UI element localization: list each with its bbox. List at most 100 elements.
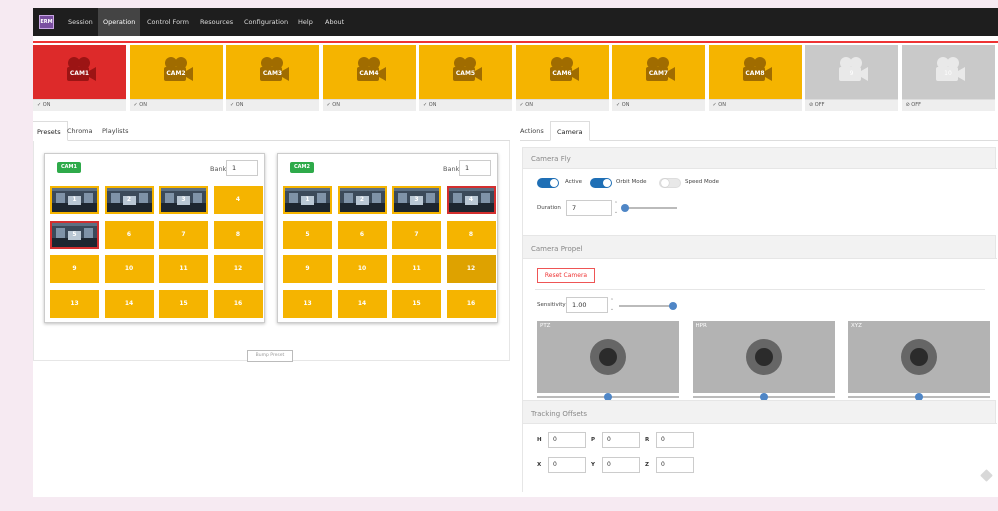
reset-camera-button[interactable]: Reset Camera — [537, 268, 595, 283]
bank-input[interactable]: 1 — [226, 160, 258, 176]
preset-button-8[interactable]: 8 — [446, 220, 496, 249]
camera-label: CAM5 — [455, 70, 476, 77]
duration-stepper[interactable]: ⌃ ⌄ — [613, 200, 619, 216]
preset-number: 3 — [414, 196, 419, 203]
offset-input-h[interactable]: 0 — [548, 432, 586, 448]
nav-help[interactable]: Help — [293, 8, 318, 36]
tab-playlists[interactable]: Playlists — [96, 121, 135, 141]
preset-button-1[interactable]: 1 — [283, 186, 332, 214]
camera-status-bar: ✓ ON — [322, 99, 416, 111]
camera-tile-face: CAM1 — [33, 45, 126, 99]
preset-button-16[interactable]: 16 — [446, 289, 496, 318]
camera-tile-9[interactable]: 9 ⊘ OFF — [805, 45, 898, 111]
offset-input-z[interactable]: 0 — [656, 457, 694, 473]
camera-fly-body: Active Orbit Mode Speed Mode Duration 7 … — [523, 168, 997, 236]
duration-input[interactable]: 7 — [566, 200, 612, 216]
offset-input-y[interactable]: 0 — [602, 457, 640, 473]
nav-control-form[interactable]: Control Form — [142, 8, 194, 36]
joystick-pad-hpr[interactable]: HPR — [692, 321, 835, 393]
preset-button-5[interactable]: 5 — [283, 220, 332, 249]
camera-tile-6[interactable]: CAM6 ✓ ON — [515, 45, 609, 111]
preset-button-12[interactable]: 12 — [446, 255, 496, 283]
pad-slider[interactable] — [848, 393, 990, 401]
preset-button-7[interactable]: 7 — [392, 220, 441, 249]
camera-tile-3[interactable]: CAM3 ✓ ON — [226, 45, 319, 111]
preset-button-8[interactable]: 8 — [213, 220, 263, 249]
camera-status: ⊘ OFF — [809, 102, 825, 108]
offset-input-x[interactable]: 0 — [548, 457, 586, 473]
offset-input-r[interactable]: 0 — [656, 432, 694, 448]
joystick-pad-xyz[interactable]: XYZ — [848, 321, 990, 393]
pad-label: XYZ — [851, 323, 862, 329]
preset-button-15[interactable]: 15 — [392, 289, 441, 318]
camera-tile-7[interactable]: CAM7 ✓ ON — [612, 45, 705, 111]
preset-button-10[interactable]: 10 — [337, 255, 387, 283]
preset-button-10[interactable]: 10 — [104, 255, 154, 283]
camera-status-bar: ✓ ON — [612, 99, 705, 111]
orbit-mode-toggle[interactable] — [590, 178, 612, 188]
preset-button-1[interactable]: 1 — [50, 186, 99, 214]
joystick-handle[interactable] — [910, 348, 928, 366]
joystick-handle[interactable] — [754, 348, 773, 366]
preset-button-13[interactable]: 13 — [50, 289, 99, 318]
camera-tile-5[interactable]: CAM5 ✓ ON — [419, 45, 512, 111]
camera-label: 10 — [944, 70, 952, 77]
preset-button-4[interactable]: 4 — [446, 186, 496, 214]
bank-input[interactable]: 1 — [459, 160, 491, 176]
tab-camera[interactable]: Camera — [550, 121, 590, 141]
preset-button-16[interactable]: 16 — [213, 289, 263, 318]
camera-tile-4[interactable]: CAM4 ✓ ON — [322, 45, 416, 111]
preset-button-5[interactable]: 5 — [50, 220, 99, 249]
nav-operation[interactable]: Operation — [98, 8, 141, 36]
preset-button-11[interactable]: 11 — [159, 255, 208, 283]
bank-label: Bank — [443, 165, 460, 173]
preset-button-2[interactable]: 2 — [104, 186, 154, 214]
speed-mode-toggle[interactable] — [659, 178, 681, 188]
preset-button-4[interactable]: 4 — [213, 186, 263, 214]
camera-tile-8[interactable]: CAM8 ✓ ON — [708, 45, 802, 111]
nav-configuration[interactable]: Configuration — [239, 8, 293, 36]
preset-button-15[interactable]: 15 — [159, 289, 208, 318]
preset-button-2[interactable]: 2 — [337, 186, 387, 214]
preset-button-14[interactable]: 14 — [337, 289, 387, 318]
tab-actions[interactable]: Actions — [514, 121, 550, 141]
preset-button-14[interactable]: 14 — [104, 289, 154, 318]
preset-button-6[interactable]: 6 — [337, 220, 387, 249]
tab-chroma[interactable]: Chroma — [61, 121, 98, 141]
preset-button-13[interactable]: 13 — [283, 289, 332, 318]
sensitivity-stepper[interactable]: ⌃ ⌄ — [609, 297, 615, 313]
preset-number: 2 — [359, 196, 365, 203]
camera-status-bar: ✓ ON — [226, 99, 319, 111]
pad-slider[interactable] — [537, 393, 679, 401]
sensitivity-slider-handle[interactable] — [669, 302, 677, 310]
preset-number: 1 — [72, 196, 77, 203]
active-toggle[interactable] — [537, 178, 559, 188]
preset-button-3[interactable]: 3 — [159, 186, 208, 214]
preset-button-12[interactable]: 12 — [213, 255, 263, 283]
camera-tile-1[interactable]: CAM1 ✓ ON — [33, 45, 126, 111]
joystick-pad-ptz[interactable]: PTZ — [537, 321, 679, 393]
camera-status: ✓ ON — [423, 102, 437, 108]
joystick-handle[interactable] — [599, 348, 617, 366]
preset-button-3[interactable]: 3 — [392, 186, 441, 214]
offset-input-p[interactable]: 0 — [602, 432, 640, 448]
camera-tile-10[interactable]: 10 ⊘ OFF — [901, 45, 995, 111]
pad-slider[interactable] — [692, 393, 835, 401]
preset-button-6[interactable]: 6 — [104, 220, 154, 249]
bump-preset-button[interactable]: Bump Preset — [247, 350, 293, 362]
sensitivity-input[interactable]: 1.00 — [566, 297, 608, 313]
preset-button-11[interactable]: 11 — [392, 255, 441, 283]
preset-button-9[interactable]: 9 — [50, 255, 99, 283]
camera-tile-face: CAM7 — [612, 45, 705, 99]
duration-slider-handle[interactable] — [620, 204, 629, 212]
duration-slider[interactable] — [620, 204, 677, 212]
nav-resources[interactable]: Resources — [195, 8, 238, 36]
camera-status-bar: ✓ ON — [515, 99, 609, 111]
sensitivity-slider[interactable] — [619, 302, 677, 310]
nav-about[interactable]: About — [320, 8, 349, 36]
preset-button-7[interactable]: 7 — [159, 220, 208, 249]
offset-label-x: X — [537, 462, 542, 468]
nav-session[interactable]: Session — [63, 8, 98, 36]
camera-tile-2[interactable]: CAM2 ✓ ON — [129, 45, 223, 111]
preset-button-9[interactable]: 9 — [283, 255, 332, 283]
